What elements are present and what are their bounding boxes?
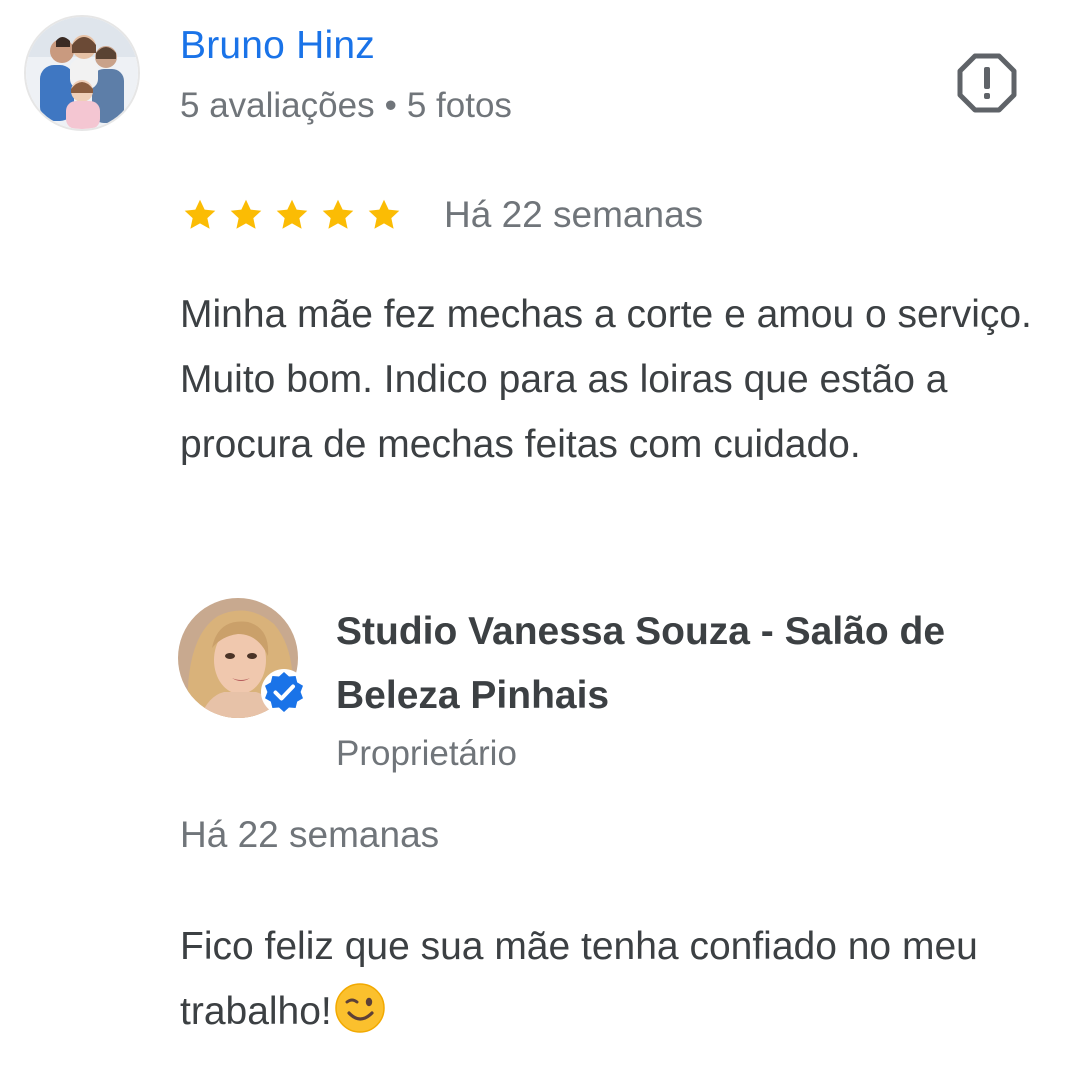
star-icon [184,199,216,229]
star-icon [230,199,262,229]
meta-separator: • [384,86,397,125]
reviewer-name[interactable]: Bruno Hinz [180,24,375,68]
star-icon [276,199,308,229]
star-icon [368,199,400,229]
review-date: Há 22 semanas [444,194,704,235]
owner-role: Proprietário [336,734,517,773]
star-rating [182,197,402,233]
winking-face-emoji [335,983,385,1033]
reviews-count: 5 avaliações [180,86,375,125]
report-button[interactable] [956,52,1018,114]
reply-date: Há 22 semanas [180,814,440,855]
family-photo-avatar [26,17,138,129]
reply-text-content: Fico feliz que sua mãe tenha confiado no… [180,925,978,1033]
owner-name[interactable]: Studio Vanessa Souza - Salão de Beleza P… [336,600,1056,728]
review-text: Minha mãe fez mechas a corte e amou o se… [180,293,1032,466]
photos-count: 5 fotos [406,86,512,125]
report-octagon-icon [957,53,1017,113]
reply-text: Fico feliz que sua mãe tenha confiado no… [180,914,1060,1044]
owner-avatar[interactable] [178,598,307,718]
reviewer-avatar[interactable] [24,15,140,131]
rating-row: Há 22 semanas [182,192,703,238]
verified-badge-icon [261,669,307,715]
star-icon [322,199,354,229]
reviewer-meta: 5 avaliações • 5 fotos [180,86,512,126]
